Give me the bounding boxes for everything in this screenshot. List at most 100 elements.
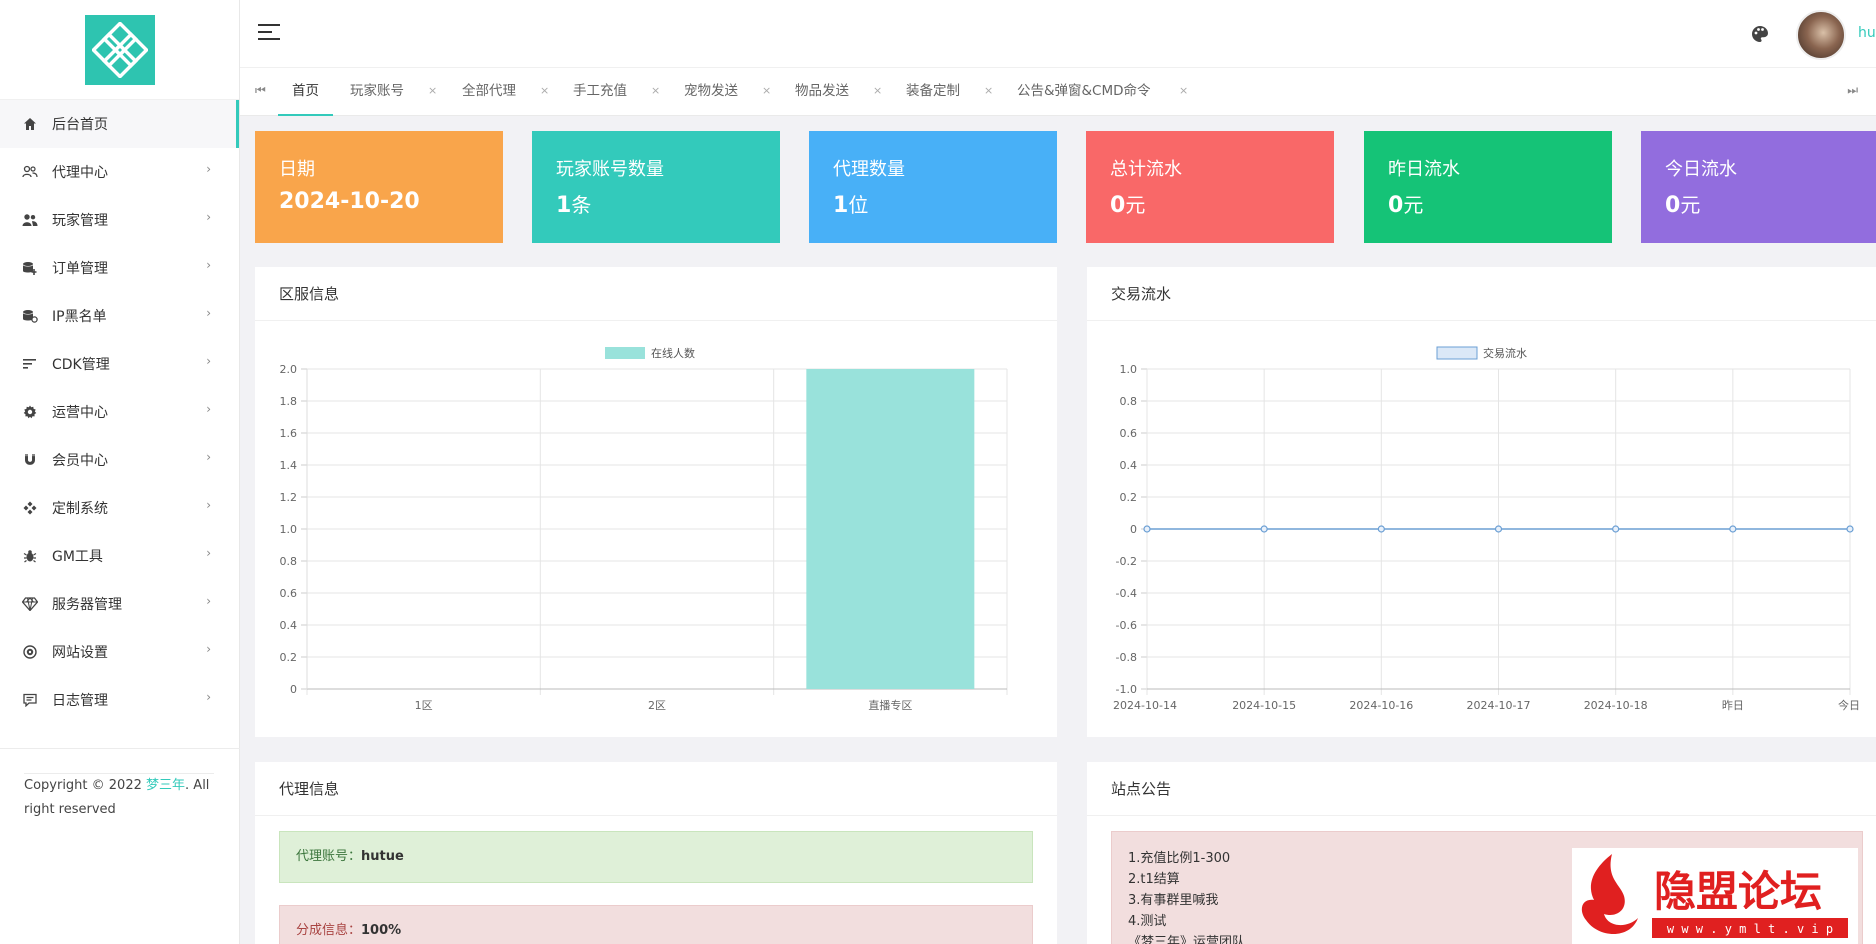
data-point-4[interactable]	[1612, 525, 1620, 533]
copyright-prefix: Copyright © 2022	[24, 778, 147, 793]
stat-card-value-row: 2024-10-20	[279, 189, 479, 214]
sort-lines-icon	[22, 356, 38, 372]
tab-0[interactable]: 首页	[278, 68, 333, 116]
stat-card-2: 代理数量 1位	[809, 131, 1057, 243]
sidebar-item-8[interactable]: 定制系统 ›	[0, 484, 239, 532]
sidebar-item-1[interactable]: 代理中心 ›	[0, 148, 239, 196]
tab-close-icon[interactable]: ×	[762, 68, 771, 114]
stat-card-unit: 元	[1125, 193, 1146, 217]
stat-card-unit: 元	[1403, 193, 1424, 217]
sidebar-item-label: 定制系统	[52, 501, 108, 517]
x-tick-label: 2024-10-15	[1232, 699, 1296, 712]
bar-2[interactable]	[806, 369, 975, 689]
tab-close-icon[interactable]: ×	[651, 68, 660, 114]
watermark-title: 隐盟论坛	[1654, 867, 1822, 916]
sidebar-item-9[interactable]: GM工具 ›	[0, 532, 239, 580]
palette-icon[interactable]	[1750, 24, 1770, 44]
stat-card-title: 玩家账号数量	[556, 159, 664, 180]
tab-1[interactable]: 玩家账号 ×	[350, 68, 437, 116]
tab-first-icon[interactable]: ⏮	[255, 83, 266, 98]
watermark-url: w w w . y m l t . v i p	[1667, 922, 1833, 936]
stat-card-value-row: 0元	[1388, 189, 1588, 218]
data-point-6[interactable]	[1846, 525, 1854, 533]
tab-close-icon[interactable]: ×	[984, 68, 993, 114]
tab-label: 宠物发送	[684, 83, 738, 99]
data-point-0[interactable]	[1143, 525, 1151, 533]
tab-label: 玩家账号	[350, 83, 404, 99]
stat-card-value: 2024-10-20	[279, 189, 420, 214]
tab-5[interactable]: 物品发送 ×	[795, 68, 882, 116]
sidebar-item-0[interactable]: 后台首页	[0, 100, 239, 148]
tab-6[interactable]: 装备定制 ×	[906, 68, 993, 116]
tab-close-icon[interactable]: ×	[428, 68, 437, 114]
user-avatar[interactable]	[1796, 10, 1846, 60]
y-tick-label: -0.4	[1116, 587, 1137, 600]
menu-toggle-icon[interactable]	[258, 24, 280, 42]
chevron-right-icon: ›	[206, 210, 211, 224]
data-point-2[interactable]	[1377, 525, 1385, 533]
database-ban-icon	[22, 308, 38, 324]
users-icon	[22, 212, 38, 228]
sidebar-item-label: CDK管理	[52, 357, 110, 373]
magnet-icon	[22, 452, 38, 468]
y-tick-label: 0.2	[280, 651, 298, 664]
tab-3[interactable]: 手工充值 ×	[573, 68, 660, 116]
x-tick-label: 2024-10-17	[1467, 699, 1531, 712]
brand-logo[interactable]	[84, 14, 155, 85]
y-tick-label: 0.4	[280, 619, 298, 632]
chevron-right-icon: ›	[206, 594, 211, 608]
sidebar-item-4[interactable]: IP黑名单 ›	[0, 292, 239, 340]
sidebar-item-7[interactable]: 会员中心 ›	[0, 436, 239, 484]
sidebar-item-label: 会员中心	[52, 453, 108, 469]
sidebar-item-2[interactable]: 玩家管理 ›	[0, 196, 239, 244]
tab-4[interactable]: 宠物发送 ×	[684, 68, 771, 116]
tab-close-icon[interactable]: ×	[540, 68, 549, 114]
tab-label: 手工充值	[573, 83, 627, 99]
tab-close-icon[interactable]: ×	[873, 68, 882, 114]
tab-7[interactable]: 公告&弹窗&CMD命令 ×	[1017, 68, 1188, 116]
sidebar-item-11[interactable]: 网站设置 ›	[0, 628, 239, 676]
sidebar-item-12[interactable]: 日志管理 ›	[0, 676, 239, 724]
stat-card-0: 日期 2024-10-20	[255, 131, 503, 243]
stat-card-5: 今日流水 0元	[1641, 131, 1876, 243]
sidebar-item-label: 代理中心	[52, 165, 108, 181]
server-bar-chart: 在线人数 0 0.2 0.4 0.6 0.8 1.0 1.2 1.4 1.6 1.8 2.0 1区 2区 直…	[280, 346, 1008, 712]
chevron-right-icon: ›	[206, 546, 211, 560]
chevron-right-icon: ›	[206, 354, 211, 368]
database-plus-icon	[22, 260, 38, 276]
x-tick-label: 今日	[1838, 698, 1860, 712]
copyright-brand-link[interactable]: 梦三年	[146, 778, 185, 793]
tab-last-icon[interactable]: ⏭	[1847, 83, 1858, 98]
username[interactable]: hu	[1858, 25, 1876, 41]
y-tick-label: 0.2	[1120, 491, 1138, 504]
stat-card-value-row: 1条	[556, 189, 756, 218]
tab-2[interactable]: 全部代理 ×	[462, 68, 549, 116]
trade-flow-panel: 交易流水 交易流水 -1.0 -0.8 -0.6 -0.4 -0.2 0 0.2 0.4 0.6 0…	[1087, 267, 1876, 737]
agent-share-label: 分成信息：	[296, 923, 362, 938]
bug-icon	[22, 548, 38, 564]
sidebar-item-5[interactable]: CDK管理 ›	[0, 340, 239, 388]
chevron-right-icon: ›	[206, 162, 211, 176]
sidebar-item-10[interactable]: 服务器管理 ›	[0, 580, 239, 628]
tab-label: 首页	[292, 83, 319, 99]
sidebar-item-label: 订单管理	[52, 261, 108, 277]
panel-title: 区服信息	[255, 267, 1057, 321]
agent-account-value: hutue	[361, 849, 404, 864]
data-point-3[interactable]	[1494, 525, 1503, 533]
y-tick-label: 1.8	[280, 395, 298, 408]
y-tick-label: 0.4	[1120, 459, 1138, 472]
chevron-right-icon: ›	[206, 642, 211, 656]
stat-card-value-row: 1位	[833, 189, 1033, 218]
y-tick-label: 1.4	[280, 459, 298, 472]
chevron-right-icon: ›	[206, 450, 211, 464]
data-point-5[interactable]	[1729, 525, 1737, 533]
legend-swatch[interactable]	[605, 347, 645, 359]
chevron-right-icon: ›	[206, 258, 211, 272]
sidebar-item-6[interactable]: 运营中心 ›	[0, 388, 239, 436]
y-tick-label: 2.0	[280, 363, 298, 376]
sidebar-item-label: 运营中心	[52, 405, 108, 421]
data-point-1[interactable]	[1260, 525, 1268, 533]
legend-swatch[interactable]	[1436, 346, 1478, 360]
sidebar-item-3[interactable]: 订单管理 ›	[0, 244, 239, 292]
tab-close-icon[interactable]: ×	[1179, 68, 1188, 114]
